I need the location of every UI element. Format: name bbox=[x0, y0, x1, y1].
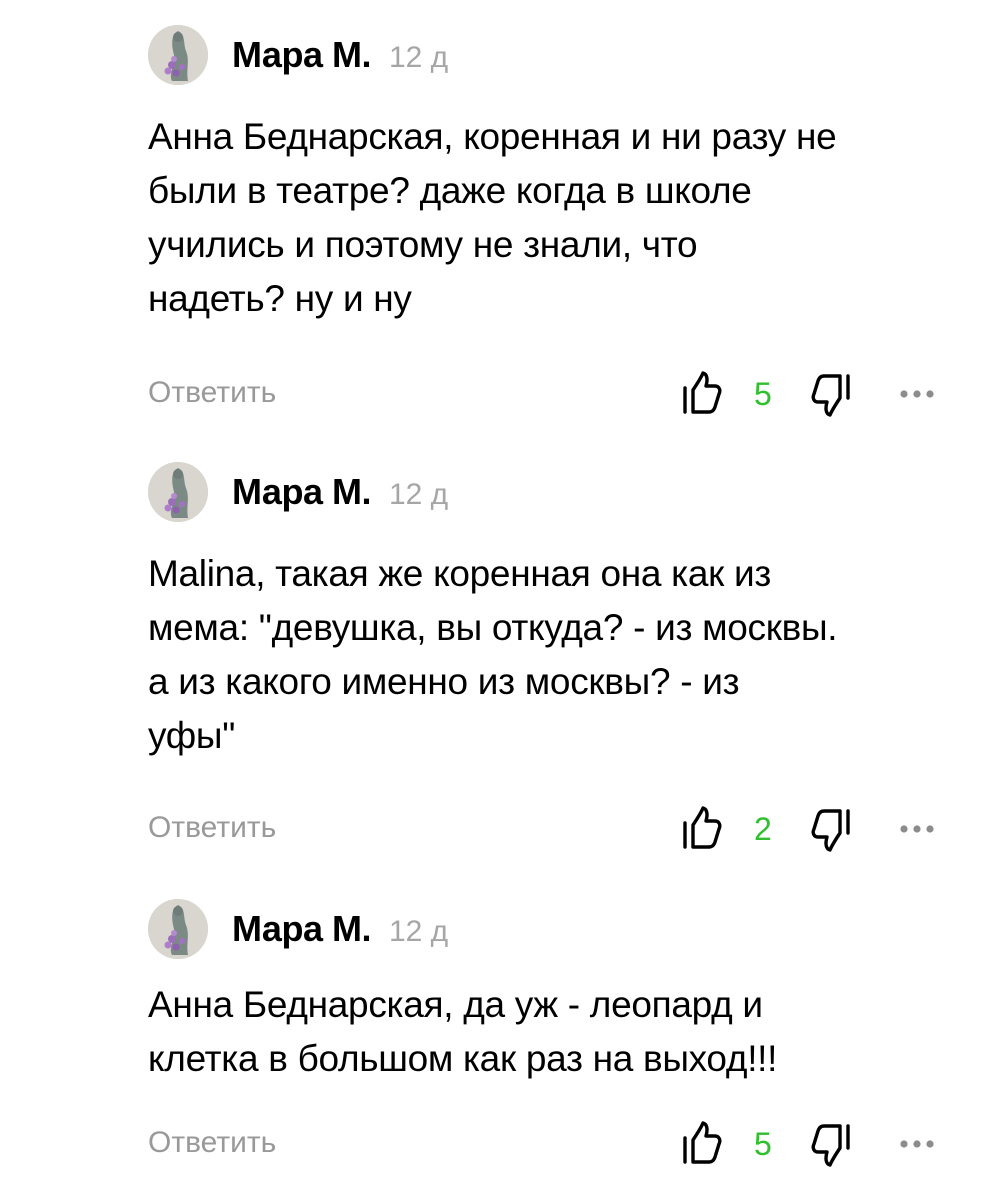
comment-actions: Ответить 2 bbox=[148, 805, 948, 855]
reply-button[interactable]: Ответить bbox=[148, 376, 276, 410]
comment-age: 12 д bbox=[388, 478, 449, 511]
comment-age: 12 д bbox=[388, 915, 449, 948]
author-name[interactable]: Мара М. bbox=[232, 471, 371, 513]
author-name[interactable]: Мара М. bbox=[232, 34, 371, 76]
thumbs-up-icon[interactable] bbox=[681, 1120, 723, 1166]
more-dots-icon[interactable] bbox=[896, 1120, 940, 1166]
comment-actions: Ответить 5 bbox=[148, 1120, 948, 1170]
author-name[interactable]: Мара М. bbox=[232, 908, 371, 950]
comment-header: Мара М. 12 д bbox=[148, 898, 448, 960]
comment-text-line: Malina, такая же коренная она как из bbox=[148, 553, 772, 594]
reply-button[interactable]: Ответить bbox=[148, 1126, 276, 1160]
comments-feed: Мара М. 12 д Анна Беднарская, коренная и… bbox=[0, 0, 999, 1200]
avatar[interactable] bbox=[148, 25, 208, 85]
avatar[interactable] bbox=[148, 462, 208, 522]
comment-text-line: мема: "девушка, вы откуда? - из москвы. bbox=[148, 607, 838, 648]
comment-header: Мара М. 12 д bbox=[148, 24, 448, 86]
comment-text-line: уфы" bbox=[148, 715, 236, 756]
comment-text-line: Анна Беднарская, коренная и ни разу не bbox=[148, 116, 837, 157]
more-dots-icon[interactable] bbox=[896, 370, 940, 416]
thumbs-down-icon[interactable] bbox=[810, 807, 852, 853]
thumbs-down-icon[interactable] bbox=[810, 1122, 852, 1168]
avatar[interactable] bbox=[148, 899, 208, 959]
comment-text-line: были в театре? даже когда в школе bbox=[148, 170, 752, 211]
comment-age: 12 д bbox=[388, 41, 449, 74]
comment-text-line: а из какого именно из москвы? - из bbox=[148, 661, 740, 702]
thumbs-down-icon[interactable] bbox=[810, 372, 852, 418]
comment-actions: Ответить 5 bbox=[148, 370, 948, 420]
comment-header: Мара М. 12 д bbox=[148, 461, 448, 523]
comment-text-line: учились и поэтому не знали, что bbox=[148, 224, 698, 265]
like-count: 5 bbox=[754, 376, 772, 412]
comment-text-line: надеть? ну и ну bbox=[148, 278, 412, 319]
like-count: 2 bbox=[754, 811, 772, 847]
thumbs-up-icon[interactable] bbox=[681, 370, 723, 416]
thumbs-up-icon[interactable] bbox=[681, 805, 723, 851]
comment-text-line: Анна Беднарская, да уж - леопард и bbox=[148, 984, 763, 1025]
comment-text: Анна Беднарская, коренная и ни разу не б… bbox=[148, 110, 968, 326]
comment-text: Malina, такая же коренная она как из мем… bbox=[148, 547, 968, 763]
comment-text-line: клетка в большом как раз на выход!!! bbox=[148, 1038, 778, 1079]
reply-button[interactable]: Ответить bbox=[148, 811, 276, 845]
more-dots-icon[interactable] bbox=[896, 805, 940, 851]
like-count: 5 bbox=[754, 1126, 772, 1162]
comment-text: Анна Беднарская, да уж - леопард и клетк… bbox=[148, 978, 968, 1086]
